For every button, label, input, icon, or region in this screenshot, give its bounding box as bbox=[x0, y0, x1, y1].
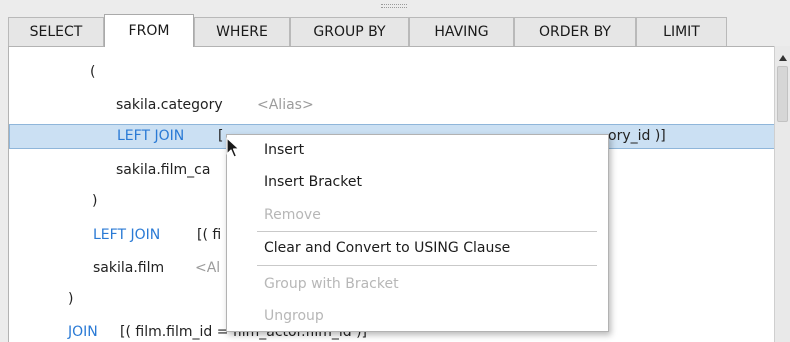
table-name: sakila.film_ca bbox=[116, 162, 211, 178]
menu-item-group-with-bracket: Group with Bracket bbox=[264, 276, 399, 292]
tab-having[interactable]: HAVING bbox=[409, 17, 514, 46]
menu-item-clear-convert-using[interactable]: Clear and Convert to USING Clause bbox=[227, 233, 606, 263]
join-condition-start[interactable]: [ bbox=[218, 125, 223, 148]
mouse-pointer-icon bbox=[226, 137, 240, 158]
alias-placeholder[interactable]: <Alias> bbox=[257, 93, 314, 118]
table-name: sakila.film bbox=[93, 260, 165, 276]
scroll-up-arrow-icon[interactable] bbox=[779, 55, 787, 61]
tab-order-by[interactable]: ORDER BY bbox=[514, 17, 636, 46]
tab-group-by[interactable]: GROUP BY bbox=[290, 17, 409, 46]
panel-resize-grip[interactable] bbox=[381, 4, 407, 8]
join-keyword[interactable]: LEFT JOIN bbox=[93, 223, 160, 248]
tab-where[interactable]: WHERE bbox=[194, 17, 290, 46]
join-condition-end[interactable]: ory_id )] bbox=[608, 125, 666, 148]
menu-item-remove: Remove bbox=[264, 207, 321, 223]
menu-separator bbox=[257, 265, 597, 266]
tree-row-open-paren[interactable]: ( bbox=[9, 60, 775, 85]
close-paren: ) bbox=[92, 193, 98, 209]
vertical-scrollbar[interactable] bbox=[774, 46, 790, 342]
table-name: sakila.category bbox=[116, 97, 223, 113]
tree-row-category[interactable]: sakila.category <Alias> bbox=[9, 93, 775, 118]
alias-placeholder[interactable]: <Al bbox=[195, 256, 220, 281]
join-keyword[interactable]: JOIN bbox=[68, 320, 98, 342]
menu-separator bbox=[257, 231, 597, 232]
join-condition[interactable]: [( fi bbox=[197, 223, 221, 248]
context-menu: Insert Insert Bracket Remove Clear and C… bbox=[226, 134, 609, 332]
open-paren: ( bbox=[90, 64, 96, 80]
close-paren: ) bbox=[68, 291, 74, 307]
tab-from[interactable]: FROM bbox=[104, 14, 194, 47]
tab-select[interactable]: SELECT bbox=[8, 17, 104, 46]
tab-limit[interactable]: LIMIT bbox=[636, 17, 727, 46]
join-keyword[interactable]: LEFT JOIN bbox=[117, 125, 184, 148]
menu-item-insert[interactable]: Insert bbox=[227, 135, 606, 165]
menu-item-ungroup: Ungroup bbox=[264, 308, 324, 324]
scrollbar-thumb[interactable] bbox=[777, 66, 788, 122]
menu-item-insert-bracket[interactable]: Insert Bracket bbox=[227, 167, 606, 197]
